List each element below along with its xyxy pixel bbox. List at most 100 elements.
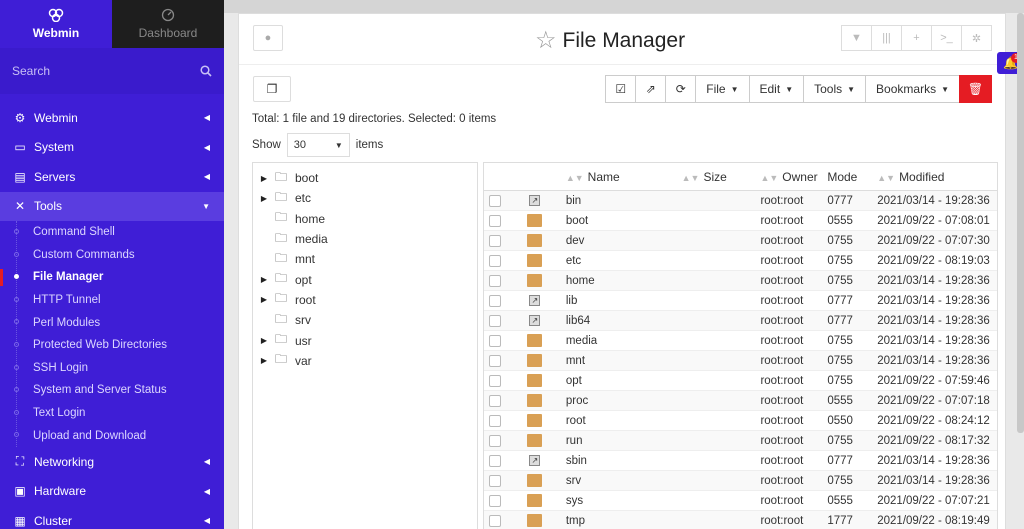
file-name[interactable]: run [564,435,682,447]
file-menu-button[interactable]: File ▼ [695,75,750,103]
caret-right-icon[interactable]: ▶ [253,336,275,345]
table-row[interactable]: ↗ sbin root:root 0777 2021/03/14 - 19:28:36 [484,451,997,471]
split-view-button[interactable]: ❐ [253,76,291,102]
tree-node[interactable]: ▶ 🗀 var [253,351,477,371]
refresh-button[interactable]: ⟳ [665,75,697,103]
file-name[interactable]: srv [564,475,682,487]
table-row[interactable]: ↗ lib root:root 0777 2021/03/14 - 19:28:36 [484,291,997,311]
row-checkbox[interactable] [488,234,501,247]
file-name[interactable]: home [564,275,682,287]
menu-category-hardware[interactable]: ▣ Hardware ◀ [0,476,224,506]
row-checkbox[interactable] [488,454,501,467]
tree-node[interactable]: 🗀 srv [253,310,477,330]
file-name[interactable]: dev [564,235,682,247]
sidebar-item-system-and-server-status[interactable]: System and Server Status [0,379,224,402]
column-owner[interactable]: ▲▼ Owner [760,170,827,184]
caret-right-icon[interactable]: ▶ [253,174,275,183]
table-row[interactable]: ↗ bin root:root 0777 2021/03/14 - 19:28:36 [484,191,997,211]
row-checkbox[interactable] [488,394,501,407]
sidebar-item-protected-web-directories[interactable]: Protected Web Directories [0,334,224,357]
row-checkbox[interactable] [488,294,501,307]
row-checkbox[interactable] [488,374,501,387]
tools-menu-button[interactable]: Tools ▼ [803,75,867,103]
row-checkbox[interactable] [488,214,501,227]
tree-node[interactable]: ▶ 🗀 opt [253,269,477,289]
gear-icon[interactable]: ✲ [961,25,992,51]
row-checkbox[interactable] [488,414,501,427]
menu-category-webmin[interactable]: ⚙ Webmin ◀ [0,103,224,133]
table-row[interactable]: media root:root 0755 2021/03/14 - 19:28:36 [484,331,997,351]
column-mode[interactable]: Mode [827,170,877,184]
sidebar-item-ssh-login[interactable]: SSH Login [0,357,224,380]
table-row[interactable]: dev root:root 0755 2021/09/22 - 07:07:30 [484,231,997,251]
table-row[interactable]: tmp root:root 1777 2021/09/22 - 08:19:49 [484,511,997,529]
row-checkbox[interactable] [488,254,501,267]
table-row[interactable]: srv root:root 0755 2021/03/14 - 19:28:36 [484,471,997,491]
menu-category-tools[interactable]: ✕ Tools ▼ [0,191,224,221]
row-checkbox[interactable] [488,334,501,347]
column-modified[interactable]: ▲▼ Modified [877,170,997,184]
sidebar-item-file-manager[interactable]: File Manager [0,266,224,289]
tree-node[interactable]: ▶ 🗀 usr [253,330,477,350]
table-row[interactable]: root root:root 0550 2021/09/22 - 08:24:12 [484,411,997,431]
file-name[interactable]: tmp [564,515,682,527]
menu-category-cluster[interactable]: ▦ Cluster ◀ [0,506,224,529]
page-size-select[interactable]: 30 ▼ [286,133,350,157]
search-icon[interactable] [200,65,212,77]
file-name[interactable]: bin [564,195,682,207]
table-row[interactable]: ↗ lib64 root:root 0777 2021/03/14 - 19:28:36 [484,311,997,331]
tree-node[interactable]: ▶ 🗀 etc [253,188,477,208]
plus-icon[interactable]: + [901,25,932,51]
row-checkbox[interactable] [488,314,501,327]
column-name[interactable]: ▲▼ Name [564,170,682,184]
sidebar-item-text-login[interactable]: Text Login [0,402,224,425]
sidebar-item-upload-and-download[interactable]: Upload and Download [0,424,224,447]
table-row[interactable]: run root:root 0755 2021/09/22 - 08:17:32 [484,431,997,451]
row-checkbox[interactable] [488,494,501,507]
row-checkbox[interactable] [488,434,501,447]
file-name[interactable]: lib [564,295,682,307]
file-name[interactable]: lib64 [564,315,682,327]
caret-right-icon[interactable]: ▶ [253,194,275,203]
menu-category-system[interactable]: ▭ System ◀ [0,133,224,163]
column-size[interactable]: ▲▼ Size [682,170,761,184]
row-checkbox[interactable] [488,274,501,287]
columns-icon[interactable]: ||| [871,25,902,51]
table-row[interactable]: etc root:root 0755 2021/09/22 - 08:19:03 [484,251,997,271]
row-checkbox[interactable] [488,194,501,207]
tree-node[interactable]: ▶ 🗀 root [253,290,477,310]
sidebar-item-http-tunnel[interactable]: HTTP Tunnel [0,289,224,312]
file-name[interactable]: boot [564,215,682,227]
share-button[interactable]: ⇗ [635,75,667,103]
row-checkbox[interactable] [488,354,501,367]
table-row[interactable]: mnt root:root 0755 2021/03/14 - 19:28:36 [484,351,997,371]
edit-menu-button[interactable]: Edit ▼ [748,75,805,103]
file-name[interactable]: root [564,415,682,427]
row-checkbox[interactable] [488,514,501,527]
caret-right-icon[interactable]: ▶ [253,275,275,284]
sidebar-search[interactable]: Search [0,48,224,94]
file-name[interactable]: sbin [564,455,682,467]
table-row[interactable]: home root:root 0755 2021/03/14 - 19:28:36 [484,271,997,291]
file-name[interactable]: sys [564,495,682,507]
sidebar-item-command-shell[interactable]: Command Shell [0,221,224,244]
file-name[interactable]: media [564,335,682,347]
bookmarks-menu-button[interactable]: Bookmarks ▼ [865,75,960,103]
caret-right-icon[interactable]: ▶ [253,295,275,304]
sidebar-item-custom-commands[interactable]: Custom Commands [0,244,224,267]
tree-node[interactable]: 🗀 mnt [253,249,477,269]
row-checkbox[interactable] [488,474,501,487]
dashboard-tab[interactable]: Dashboard [112,0,224,48]
file-name[interactable]: proc [564,395,682,407]
select-all-button[interactable]: ☑ [605,75,637,103]
menu-category-servers[interactable]: ▤ Servers ◀ [0,162,224,192]
table-row[interactable]: proc root:root 0555 2021/09/22 - 07:07:18 [484,391,997,411]
filter-icon[interactable]: ▼ [841,25,872,51]
tree-node[interactable]: ▶ 🗀 boot [253,168,477,188]
file-name[interactable]: opt [564,375,682,387]
help-button[interactable]: ● [253,25,283,51]
caret-right-icon[interactable]: ▶ [253,356,275,365]
menu-category-networking[interactable]: ⛶ Networking ◀ [0,447,224,477]
table-row[interactable]: sys root:root 0555 2021/09/22 - 07:07:21 [484,491,997,511]
file-name[interactable]: mnt [564,355,682,367]
